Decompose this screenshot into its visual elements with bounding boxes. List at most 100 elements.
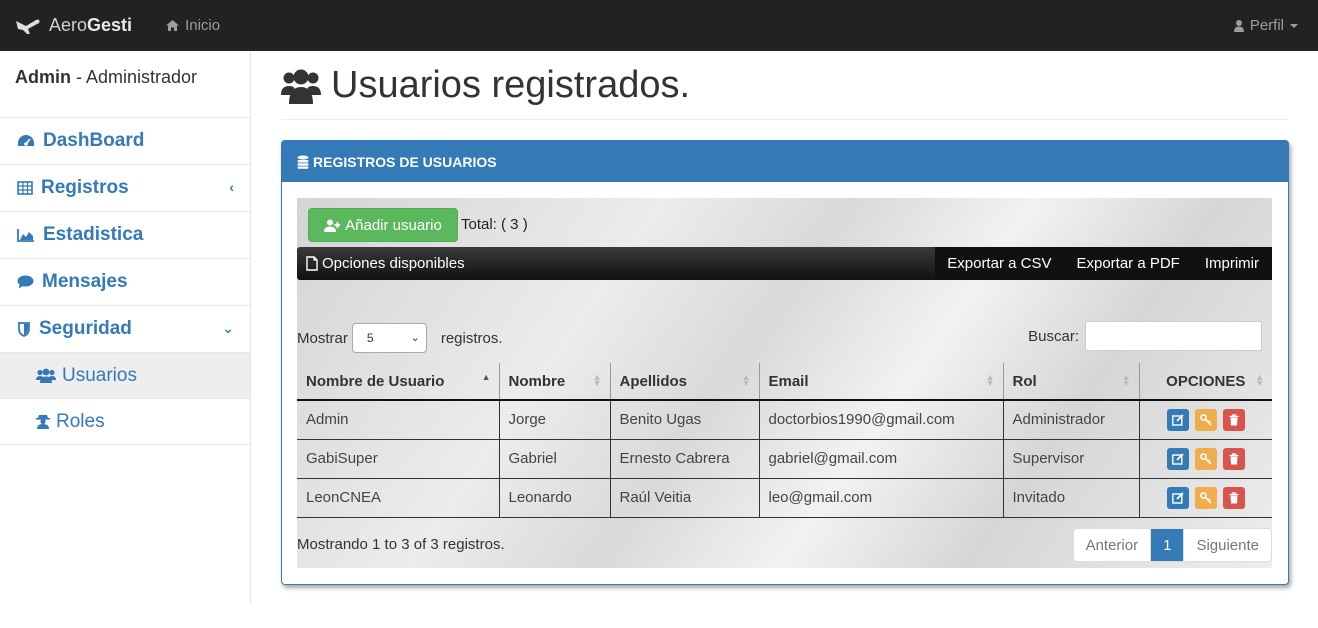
sidebar-subitem-usuarios[interactable]: Usuarios (0, 353, 250, 399)
export-csv-button[interactable]: Exportar a CSV (947, 255, 1051, 272)
brand-name-light: Aero (49, 15, 88, 35)
edit-icon (1171, 414, 1184, 426)
delete-button[interactable] (1222, 486, 1245, 509)
cell-email: doctorbios1990@gmail.com (759, 400, 1004, 440)
cell-options (1139, 478, 1272, 518)
key-icon (1199, 491, 1212, 504)
cell-role: Administrador (1003, 400, 1140, 440)
edit-button[interactable] (1166, 447, 1189, 470)
airplane-icon (16, 19, 40, 34)
cell-name: Jorge (499, 400, 611, 440)
sidebar-item-label: Seguridad (39, 318, 132, 339)
edit-button[interactable] (1166, 408, 1189, 431)
key-icon (1199, 452, 1212, 465)
page-title-text: Usuarios registrados. (331, 64, 691, 106)
cell-role: Invitado (1003, 478, 1140, 518)
cell-lastname: Ernesto Cabrera (610, 439, 760, 479)
export-actions: Exportar a CSV Exportar a PDF Imprimir (935, 247, 1272, 280)
export-pdf-button[interactable]: Exportar a PDF (1076, 255, 1179, 272)
sidebar-item-label: Registros (41, 177, 129, 198)
chevron-down-icon: ⌄ (222, 320, 234, 336)
cell-username: LeonCNEA (297, 478, 500, 518)
brand-name-bold: Gesti (87, 15, 133, 35)
sidebar-item-dashboard[interactable]: DashBoard (0, 118, 250, 165)
edit-button[interactable] (1166, 486, 1189, 509)
print-button[interactable]: Imprimir (1205, 255, 1259, 272)
database-icon (297, 155, 309, 169)
sort-icon: ▲ ▼ (741, 372, 751, 388)
cell-username: GabiSuper (297, 439, 500, 479)
cell-role: Supervisor (1003, 439, 1140, 479)
edit-icon (1171, 452, 1184, 465)
users-panel: REGISTROS DE USUARIOS Añadir usuario Tot… (281, 140, 1289, 585)
home-icon (166, 20, 180, 31)
add-user-label: Añadir usuario (345, 216, 442, 234)
search-label: Buscar: (1028, 327, 1079, 345)
trash-icon (1229, 491, 1239, 503)
chevron-down-icon: ⌄ (410, 332, 420, 344)
table-row: Admin Jorge Benito Ugas doctorbios1990@g… (297, 400, 1272, 440)
change-password-button[interactable] (1194, 486, 1217, 509)
dashboard-icon (18, 135, 34, 146)
table-info: Mostrando 1 to 3 of 3 registros. (297, 536, 505, 553)
sort-icon: ▲ ▼ (1121, 372, 1131, 388)
cell-name: Gabriel (499, 439, 611, 479)
sidebar-item-seguridad[interactable]: Seguridad ⌄ (0, 306, 250, 353)
sort-icon: ▲ ▼ (985, 372, 995, 388)
shield-icon (18, 321, 30, 337)
pagination: Anterior 1 Siguiente (1072, 528, 1272, 562)
column-header-email[interactable]: Email ▲ ▼ (759, 363, 1004, 401)
user-secret-icon (36, 415, 50, 429)
comment-icon (17, 275, 34, 289)
page-length-control: Mostrar 5 ⌄ registros. (297, 323, 503, 353)
chevron-left-icon: ‹ (229, 179, 234, 195)
panel-body: Añadir usuario Total: ( 3 ) Opciones dis… (297, 198, 1272, 568)
total-count: Total: ( 3 ) (461, 216, 528, 233)
cell-options (1139, 439, 1272, 479)
add-user-button[interactable]: Añadir usuario (308, 208, 458, 242)
users-icon (281, 69, 321, 104)
cell-name: Leonardo (499, 478, 611, 518)
column-header-role[interactable]: Rol ▲ ▼ (1003, 363, 1140, 401)
records-label: registros. (440, 329, 503, 347)
sort-icon: ▲ ▼ (1255, 372, 1264, 388)
cell-username: Admin (297, 400, 500, 440)
sort-icon: ▲ ▼ (592, 372, 602, 388)
profile-dropdown[interactable]: Perfil (1233, 0, 1298, 51)
page-title: Usuarios registrados. (281, 64, 690, 107)
search-input[interactable] (1085, 321, 1262, 351)
top-navbar: Aero Gesti Inicio Perfil (0, 0, 1318, 51)
delete-button[interactable] (1222, 447, 1245, 470)
options-label: Opciones disponibles (297, 255, 465, 272)
change-password-button[interactable] (1194, 408, 1217, 431)
column-header-options[interactable]: OPCIONES ▲ ▼ (1139, 363, 1272, 401)
sidebar-subitem-roles[interactable]: Roles (0, 399, 250, 445)
show-label: Mostrar (297, 329, 348, 347)
brand-link[interactable]: Aero Gesti (15, 15, 132, 36)
column-header-name[interactable]: Nombre ▲ ▼ (499, 363, 611, 401)
nav-home-label: Inicio (185, 17, 221, 34)
sidebar-item-estadistica[interactable]: Estadistica (0, 212, 250, 259)
table-header-row: Nombre de Usuario ▲ Nombre ▲ ▼ Apellidos ▲ ▼ … (297, 363, 1272, 401)
column-header-label: Apellidos (619, 372, 688, 390)
page-length-value: 5 (366, 331, 374, 345)
column-header-username[interactable]: Nombre de Usuario ▲ (297, 363, 500, 401)
page-1-button[interactable]: 1 (1151, 529, 1185, 561)
column-header-label: Nombre (508, 372, 566, 390)
change-password-button[interactable] (1194, 447, 1217, 470)
column-header-lastname[interactable]: Apellidos ▲ ▼ (610, 363, 760, 401)
nav-home-link[interactable]: Inicio (166, 17, 220, 34)
trash-icon (1229, 452, 1239, 464)
column-header-label: OPCIONES (1166, 372, 1246, 390)
sidebar-item-registros[interactable]: Registros ‹ (0, 165, 250, 212)
page-length-select[interactable]: 5 ⌄ (351, 323, 427, 353)
next-page-button[interactable]: Siguiente (1184, 529, 1271, 561)
table-row: GabiSuper Gabriel Ernesto Cabrera gabrie… (297, 439, 1272, 479)
search-control: Buscar: (1028, 321, 1262, 351)
sidebar-item-mensajes[interactable]: Mensajes (0, 259, 250, 306)
prev-page-button[interactable]: Anterior (1074, 529, 1152, 561)
cell-email: gabriel@gmail.com (759, 439, 1004, 479)
sidebar-item-label: Mensajes (42, 271, 128, 292)
user-plus-icon (324, 219, 341, 232)
delete-button[interactable] (1222, 408, 1245, 431)
